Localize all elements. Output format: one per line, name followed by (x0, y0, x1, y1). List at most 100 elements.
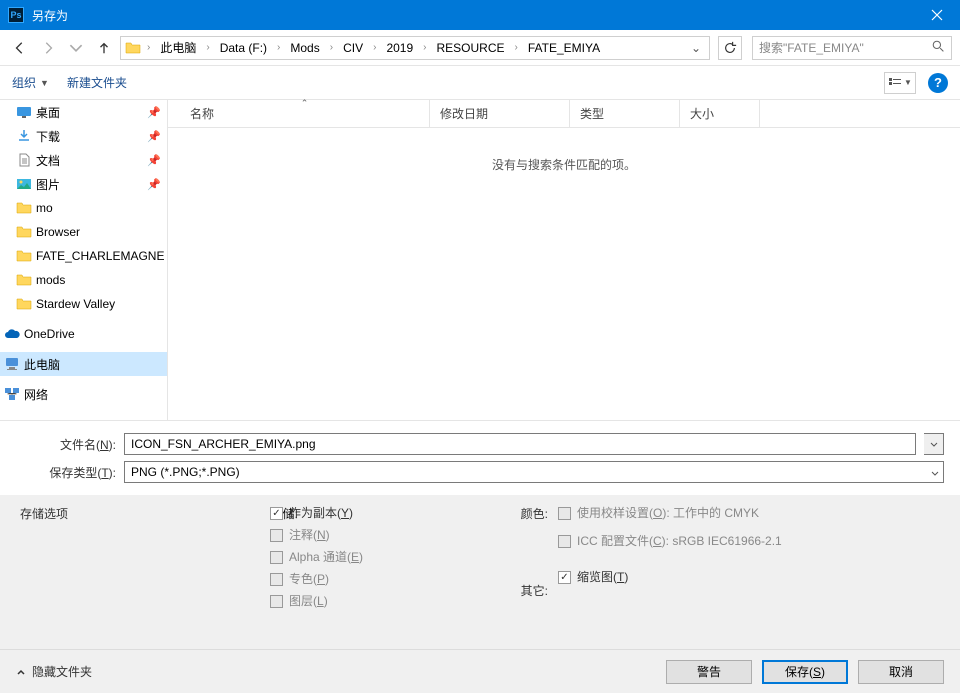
forward-button[interactable] (36, 36, 60, 60)
empty-message: 没有与搜索条件匹配的项。 (168, 156, 960, 173)
column-size[interactable]: 大小 (680, 100, 760, 127)
cancel-button[interactable]: 取消 (858, 660, 944, 684)
sidebar-item-network[interactable]: 网络 (0, 382, 167, 406)
sort-arrow-icon: ⌃ (301, 98, 309, 109)
folder-icon (16, 249, 32, 263)
photoshop-icon: Ps (8, 7, 24, 23)
window-title: 另存为 (32, 7, 68, 24)
chevron-right-icon: › (143, 42, 154, 53)
filetype-label: 保存类型(T): (16, 464, 116, 481)
folder-icon (16, 225, 32, 239)
folder-icon (16, 297, 32, 311)
hide-folders-toggle[interactable]: 隐藏文件夹 (16, 663, 92, 680)
pin-icon: 📌 (147, 154, 161, 167)
organize-menu[interactable]: 组织 ▼ (12, 74, 49, 91)
checkbox-thumbnail[interactable]: 缩览图(T) (558, 569, 818, 585)
column-name[interactable]: ⌃名称 (180, 100, 430, 127)
desktop-icon (16, 106, 32, 118)
body: 桌面📌 下载📌 文档📌 图片📌 mo Browser FATE_CHARLEMA… (0, 100, 960, 420)
filename-history-dropdown[interactable] (924, 433, 944, 455)
crumb-drive[interactable]: Data (F:) (216, 41, 271, 55)
checkbox-proof: 使用校样设置(O): 工作中的 CMYK (558, 505, 818, 521)
checkbox-as-copy[interactable]: 作为副本(Y) (270, 505, 470, 521)
chevron-right-icon: › (326, 42, 337, 53)
checkbox-layers: 图层(L) (270, 593, 470, 609)
crumb-thispc[interactable]: 此电脑 (156, 39, 200, 56)
crumb-resource[interactable]: RESOURCE (432, 41, 508, 55)
filename-label: 文件名(N): (16, 436, 116, 453)
sidebar-item-mods[interactable]: mods (0, 268, 167, 292)
filetype-select[interactable]: PNG (*.PNG;*.PNG) (124, 461, 944, 483)
sidebar: 桌面📌 下载📌 文档📌 图片📌 mo Browser FATE_CHARLEMA… (0, 100, 168, 420)
close-button[interactable] (914, 0, 960, 30)
sidebar-item-mo[interactable]: mo (0, 196, 167, 220)
sidebar-item-thispc[interactable]: 此电脑 (0, 352, 167, 376)
chevron-down-icon: ▼ (40, 78, 49, 88)
sidebar-item-onedrive[interactable]: OneDrive (0, 322, 167, 346)
chevron-down-icon (931, 465, 939, 479)
chevron-up-icon (16, 667, 26, 677)
crumb-2019[interactable]: 2019 (382, 41, 417, 55)
checkbox-notes: 注释(N) (270, 527, 470, 543)
checkbox-spot: 专色(P) (270, 571, 470, 587)
checkbox-alpha: Alpha 通道(E) (270, 549, 470, 565)
sidebar-item-desktop[interactable]: 桌面📌 (0, 100, 167, 124)
warning-button[interactable]: 警告 (666, 660, 752, 684)
view-button[interactable]: ▼ (884, 72, 916, 94)
sidebar-item-pictures[interactable]: 图片📌 (0, 172, 167, 196)
other-heading: 其它: (521, 582, 548, 599)
back-button[interactable] (8, 36, 32, 60)
save-button[interactable]: 保存(S) (762, 660, 848, 684)
pin-icon: 📌 (147, 130, 161, 143)
folder-icon (16, 201, 32, 215)
folder-icon (16, 273, 32, 287)
save-options-heading: 存储选项 (20, 505, 240, 522)
sidebar-item-browser[interactable]: Browser (0, 220, 167, 244)
onedrive-icon (4, 329, 20, 339)
chevron-right-icon: › (202, 42, 213, 53)
search-icon (932, 40, 945, 56)
save-options-area: 存储选项 存储: 作为副本(Y) 注释(N) Alpha 通道(E) 专色(P)… (0, 495, 960, 649)
recent-dropdown[interactable] (64, 36, 88, 60)
filename-input[interactable]: ICON_FSN_ARCHER_EMIYA.png (124, 433, 916, 455)
sidebar-item-fate[interactable]: FATE_CHARLEMAGNE (0, 244, 167, 268)
column-type[interactable]: 类型 (570, 100, 680, 127)
breadcrumb[interactable]: › 此电脑 › Data (F:) › Mods › CIV › 2019 › … (120, 36, 710, 60)
pin-icon: 📌 (147, 106, 161, 119)
search-input[interactable]: 搜索"FATE_EMIYA" (752, 36, 952, 60)
footer: 隐藏文件夹 警告 保存(S) 取消 (0, 649, 960, 693)
pictures-icon (16, 178, 32, 190)
chevron-right-icon: › (419, 42, 430, 53)
thispc-icon (4, 357, 20, 371)
pin-icon: 📌 (147, 178, 161, 191)
new-folder-button[interactable]: 新建文件夹 (67, 74, 127, 91)
navbar: › 此电脑 › Data (F:) › Mods › CIV › 2019 › … (0, 30, 960, 66)
titlebar: Ps 另存为 (0, 0, 960, 30)
sidebar-item-documents[interactable]: 文档📌 (0, 148, 167, 172)
chevron-right-icon: › (369, 42, 380, 53)
close-icon (931, 9, 943, 21)
refresh-button[interactable] (718, 36, 742, 60)
network-icon (4, 387, 20, 401)
folder-icon (125, 41, 141, 55)
path-dropdown[interactable]: ⌄ (687, 41, 705, 55)
help-button[interactable]: ? (928, 73, 948, 93)
checkbox-icc: ICC 配置文件(C): sRGB IEC61966-2.1 (558, 533, 818, 549)
documents-icon (16, 153, 32, 167)
crumb-civ[interactable]: CIV (339, 41, 367, 55)
toolbar: 组织 ▼ 新建文件夹 ▼ ? (0, 66, 960, 100)
sidebar-item-stardew[interactable]: Stardew Valley (0, 292, 167, 316)
chevron-right-icon: › (511, 42, 522, 53)
crumb-fate[interactable]: FATE_EMIYA (524, 41, 604, 55)
up-button[interactable] (92, 36, 116, 60)
column-date[interactable]: 修改日期 (430, 100, 570, 127)
crumb-mods[interactable]: Mods (286, 41, 323, 55)
chevron-right-icon: › (273, 42, 284, 53)
filename-area: 文件名(N): ICON_FSN_ARCHER_EMIYA.png 保存类型(T… (0, 420, 960, 495)
downloads-icon (16, 129, 32, 143)
color-heading: 颜色: (521, 505, 548, 522)
file-list-header: ⌃名称 修改日期 类型 大小 (168, 100, 960, 128)
file-list[interactable]: ⌃名称 修改日期 类型 大小 没有与搜索条件匹配的项。 (168, 100, 960, 420)
sidebar-item-downloads[interactable]: 下载📌 (0, 124, 167, 148)
search-placeholder: 搜索"FATE_EMIYA" (759, 39, 864, 56)
